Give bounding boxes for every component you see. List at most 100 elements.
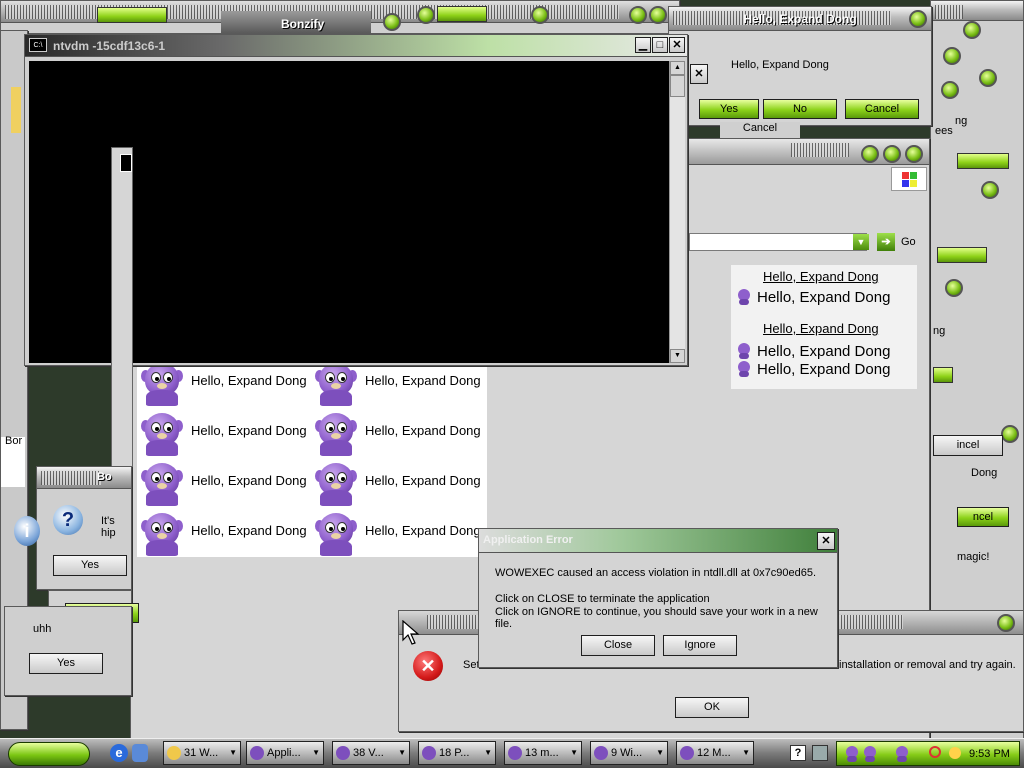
scroll-down-icon[interactable]: ▼ (670, 349, 685, 363)
minimize-icon[interactable] (861, 145, 879, 163)
quicklaunch-icon[interactable] (132, 744, 148, 762)
bonzi-icon (422, 746, 436, 760)
bonzify-title: Bonzify (281, 17, 325, 31)
chevron-down-icon: ▼ (398, 748, 406, 757)
yes-label: Yes (57, 657, 75, 669)
bonzi-label[interactable]: Hello, Expand Dong (191, 373, 307, 388)
bonzi-label[interactable]: Hello, Expand Dong (191, 523, 307, 538)
bg-text: Dong (971, 467, 998, 479)
scrollbar[interactable]: ▲ ▼ (669, 61, 685, 363)
chevron-down-icon: ▼ (484, 748, 492, 757)
bonzi-label[interactable]: Hello, Expand Dong (191, 473, 307, 488)
bg-cancel-partial: incel (933, 435, 1003, 456)
help-icon[interactable]: ? (790, 745, 806, 761)
maximize-button[interactable]: □ (652, 37, 668, 53)
bonzi-icon[interactable] (315, 410, 357, 456)
taskbar-button[interactable]: 13 m... ▼ (504, 741, 582, 765)
system-tray: 9:53 PM (836, 741, 1020, 766)
bg-text: ees (935, 125, 953, 137)
cmd-icon: C:\ (29, 38, 47, 52)
ok-button[interactable]: OK (675, 697, 749, 718)
taskbar-button-label: 12 M... (697, 747, 731, 759)
bonzi-icon (508, 746, 522, 760)
chevron-down-icon: ▼ (570, 748, 578, 757)
right-panel-item-1[interactable]: Hello, Expand Dong (757, 289, 890, 306)
no-button[interactable]: No (763, 99, 837, 119)
scroll-thumb[interactable] (670, 75, 685, 97)
bonzi-label[interactable]: Hello, Expand Dong (365, 523, 481, 538)
ok-label: OK (704, 701, 720, 713)
clock[interactable]: 9:53 PM (969, 748, 1010, 760)
bg-text: Cancel (742, 122, 778, 134)
minimize-button[interactable]: ▁ (635, 37, 651, 53)
left-dialog-stack: Bo ? It's hip Yes (36, 466, 132, 590)
yes-button[interactable]: Yes (699, 99, 759, 119)
bonzi-icon[interactable] (141, 410, 183, 456)
bg-text: ncel (972, 511, 994, 523)
taskbar-button[interactable]: 18 P... ▼ (418, 741, 496, 765)
right-panel-item-3[interactable]: Hello, Expand Dong (757, 361, 890, 378)
taskbar-button[interactable]: Appli... ▼ (246, 741, 324, 765)
taskbar-button[interactable]: 9 Wi... ▼ (590, 741, 668, 765)
ntvdm-window: C:\ ntvdm -15cdf13c6-1 ▁ □ ✕ ▲ ▼ (24, 34, 688, 477)
error-line-3: Click on IGNORE to continue, you should … (495, 606, 818, 630)
close-app-button[interactable]: Close (581, 635, 655, 656)
chevron-down-icon: ▼ (312, 748, 320, 757)
address-dropdown-icon[interactable]: ▼ (853, 234, 869, 250)
address-bar[interactable] (689, 233, 867, 251)
bonzi-tray-icon[interactable] (895, 746, 909, 762)
right-panel-link-2[interactable]: Hello, Expand Dong (763, 321, 879, 336)
bonzi-label[interactable]: Hello, Expand Dong (191, 423, 307, 438)
cancel-button[interactable]: Cancel (845, 99, 919, 119)
taskbar-button-label: 38 V... (353, 747, 384, 759)
network-icon[interactable] (812, 745, 828, 761)
bg-text: magic! (957, 551, 990, 563)
bonzi-icon (737, 289, 751, 305)
hello-dialog-message: Hello, Expand Dong (731, 59, 829, 71)
bonzi-label[interactable]: Hello, Expand Dong (365, 473, 481, 488)
bonzi-tray-icon[interactable] (863, 746, 877, 762)
right-panel: Hello, Expand Dong Hello, Expand Dong He… (731, 265, 917, 389)
bonzi-icon[interactable] (315, 510, 357, 556)
clock-tray-icon[interactable] (949, 747, 961, 759)
yes-button[interactable]: Yes (53, 555, 127, 576)
ie-icon[interactable]: e (110, 744, 128, 762)
taskbar-button[interactable]: 31 W... ▼ (163, 741, 241, 765)
bonzi-label[interactable]: Hello, Expand Dong (365, 373, 481, 388)
close-button[interactable]: ✕ (669, 37, 685, 53)
close-button[interactable]: ✕ (817, 532, 835, 550)
close-label: Close (603, 639, 633, 651)
taskbar-button-label: 31 W... (184, 747, 219, 759)
bonzi-icon[interactable] (315, 460, 357, 506)
left-dialog-uhh: uhh Yes (4, 606, 132, 696)
bg-cancel-strip: Cancel (720, 122, 800, 138)
yes-button[interactable]: Yes (29, 653, 103, 674)
close-icon[interactable] (905, 145, 923, 163)
bonzi-icon[interactable] (141, 510, 183, 556)
taskbar-button[interactable]: 12 M... ▼ (676, 741, 754, 765)
right-panel-item-2[interactable]: Hello, Expand Dong (757, 343, 890, 360)
bonzi-icon[interactable] (315, 360, 357, 406)
bonzi-label[interactable]: Hello, Expand Dong (365, 423, 481, 438)
ignore-button[interactable]: Ignore (663, 635, 737, 656)
close-icon[interactable] (997, 614, 1015, 632)
chevron-down-icon: ▼ (742, 748, 750, 757)
scroll-up-icon[interactable]: ▲ (670, 61, 685, 75)
bg-text: ng (933, 325, 946, 337)
bonzi-icon[interactable] (141, 460, 183, 506)
bonzi-icon[interactable] (141, 360, 183, 406)
close-icon[interactable] (909, 10, 927, 28)
windows-logo-icon (891, 167, 927, 191)
bonzi-tray-icon[interactable] (845, 746, 859, 762)
bg-text: Bor (5, 435, 23, 447)
search-tray-icon[interactable] (929, 746, 941, 758)
close-x-button[interactable]: ✕ (690, 64, 708, 84)
start-button[interactable] (8, 742, 90, 766)
taskbar-button[interactable]: 38 V... ▼ (332, 741, 410, 765)
maximize-icon[interactable] (883, 145, 901, 163)
bonzi-icon (250, 746, 264, 760)
right-panel-link-1[interactable]: Hello, Expand Dong (763, 269, 879, 284)
go-button[interactable]: ➔ Go (877, 233, 927, 251)
bonzi-icon (680, 746, 694, 760)
bonzi-icon (594, 746, 608, 760)
